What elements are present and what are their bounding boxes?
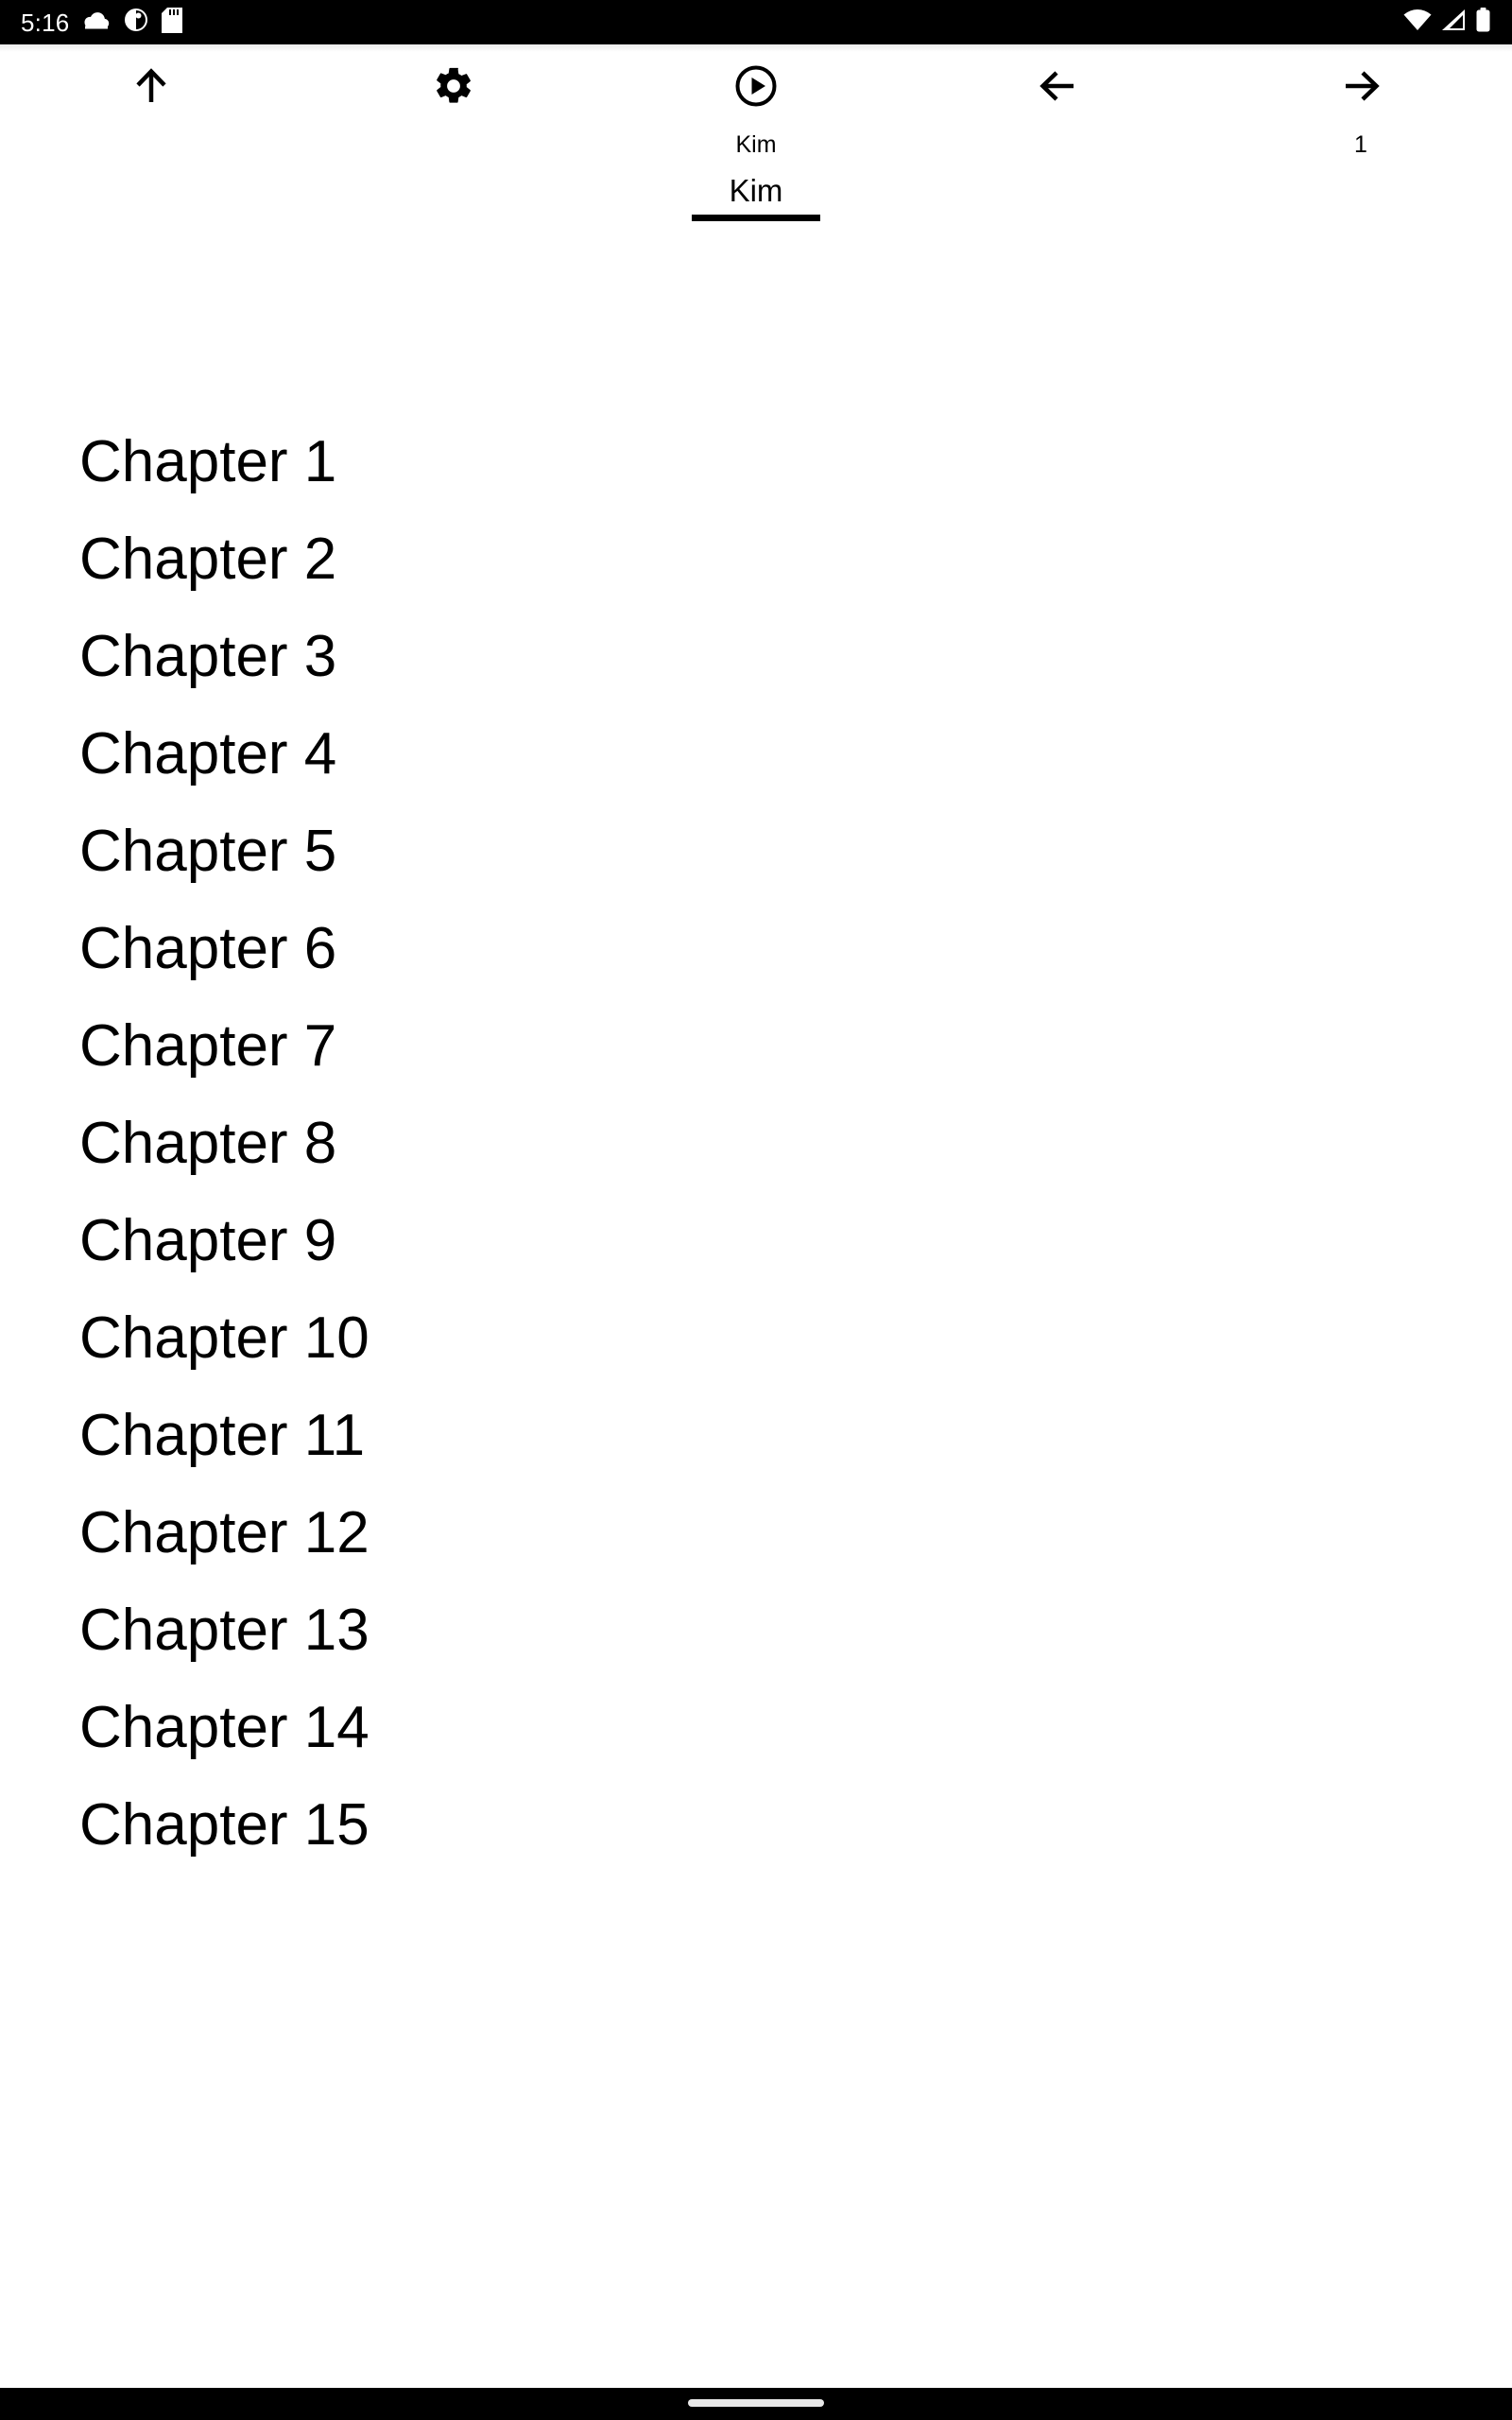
status-bar-clock: 5:16: [21, 8, 70, 37]
chapter-list-item[interactable]: Chapter 14: [0, 1679, 1512, 1776]
status-bar-left: 5:16: [17, 7, 1403, 38]
arrow-right-icon[interactable]: [1252, 44, 1469, 128]
status-bar: 5:16: [0, 0, 1512, 44]
arrow-up-icon[interactable]: [43, 44, 260, 128]
toolbar-button-settings[interactable]: [345, 44, 562, 133]
play-circle-icon[interactable]: [647, 44, 865, 128]
chapter-list-item[interactable]: Chapter 12: [0, 1484, 1512, 1582]
chapter-list-item[interactable]: Chapter 3: [0, 608, 1512, 705]
wifi-icon: [1403, 9, 1432, 36]
gear-icon[interactable]: [345, 44, 562, 128]
cloud-icon: [82, 9, 111, 36]
toolbar: Kim Kim 1: [0, 44, 1512, 233]
chapter-list-item[interactable]: Chapter 7: [0, 997, 1512, 1095]
chapter-list-item[interactable]: Chapter 9: [0, 1192, 1512, 1289]
toolbar-button-previous-page[interactable]: [950, 44, 1167, 133]
chapter-list-item[interactable]: Chapter 2: [0, 510, 1512, 608]
toolbar-button-next-page[interactable]: 1: [1252, 44, 1469, 157]
cellular-signal-icon: [1440, 9, 1467, 36]
system-navigation-bar: [0, 2388, 1512, 2420]
chapter-list-item[interactable]: Chapter 6: [0, 900, 1512, 997]
toolbar-selected-tab-underline: [692, 215, 820, 221]
toolbar-button-play-source[interactable]: Kim Kim: [647, 44, 865, 221]
arrow-left-icon[interactable]: [950, 44, 1167, 128]
home-gesture-pill[interactable]: [688, 2399, 824, 2407]
sd-card-icon: [162, 7, 183, 38]
chapter-list-item[interactable]: Chapter 4: [0, 705, 1512, 803]
battery-icon: [1475, 8, 1491, 37]
chapter-list-item[interactable]: Chapter 5: [0, 803, 1512, 900]
circle-half-icon: [124, 8, 148, 37]
chapter-list-item[interactable]: Chapter 15: [0, 1776, 1512, 1874]
chapter-list-item[interactable]: Chapter 1: [0, 413, 1512, 510]
toolbar-button-scroll-to-top[interactable]: [43, 44, 260, 133]
chapter-list-item[interactable]: Chapter 10: [0, 1289, 1512, 1387]
toolbar-selected-tab-label[interactable]: Kim: [730, 175, 783, 206]
toolbar-source-label: Kim: [735, 131, 777, 158]
status-bar-right: [1403, 8, 1491, 37]
chapter-list-item[interactable]: Chapter 11: [0, 1387, 1512, 1484]
page-number-indicator: 1: [1354, 131, 1367, 158]
chapter-list: Chapter 1 Chapter 2 Chapter 3 Chapter 4 …: [0, 413, 1512, 1874]
chapter-list-item[interactable]: Chapter 8: [0, 1095, 1512, 1192]
chapter-list-item[interactable]: Chapter 13: [0, 1582, 1512, 1679]
